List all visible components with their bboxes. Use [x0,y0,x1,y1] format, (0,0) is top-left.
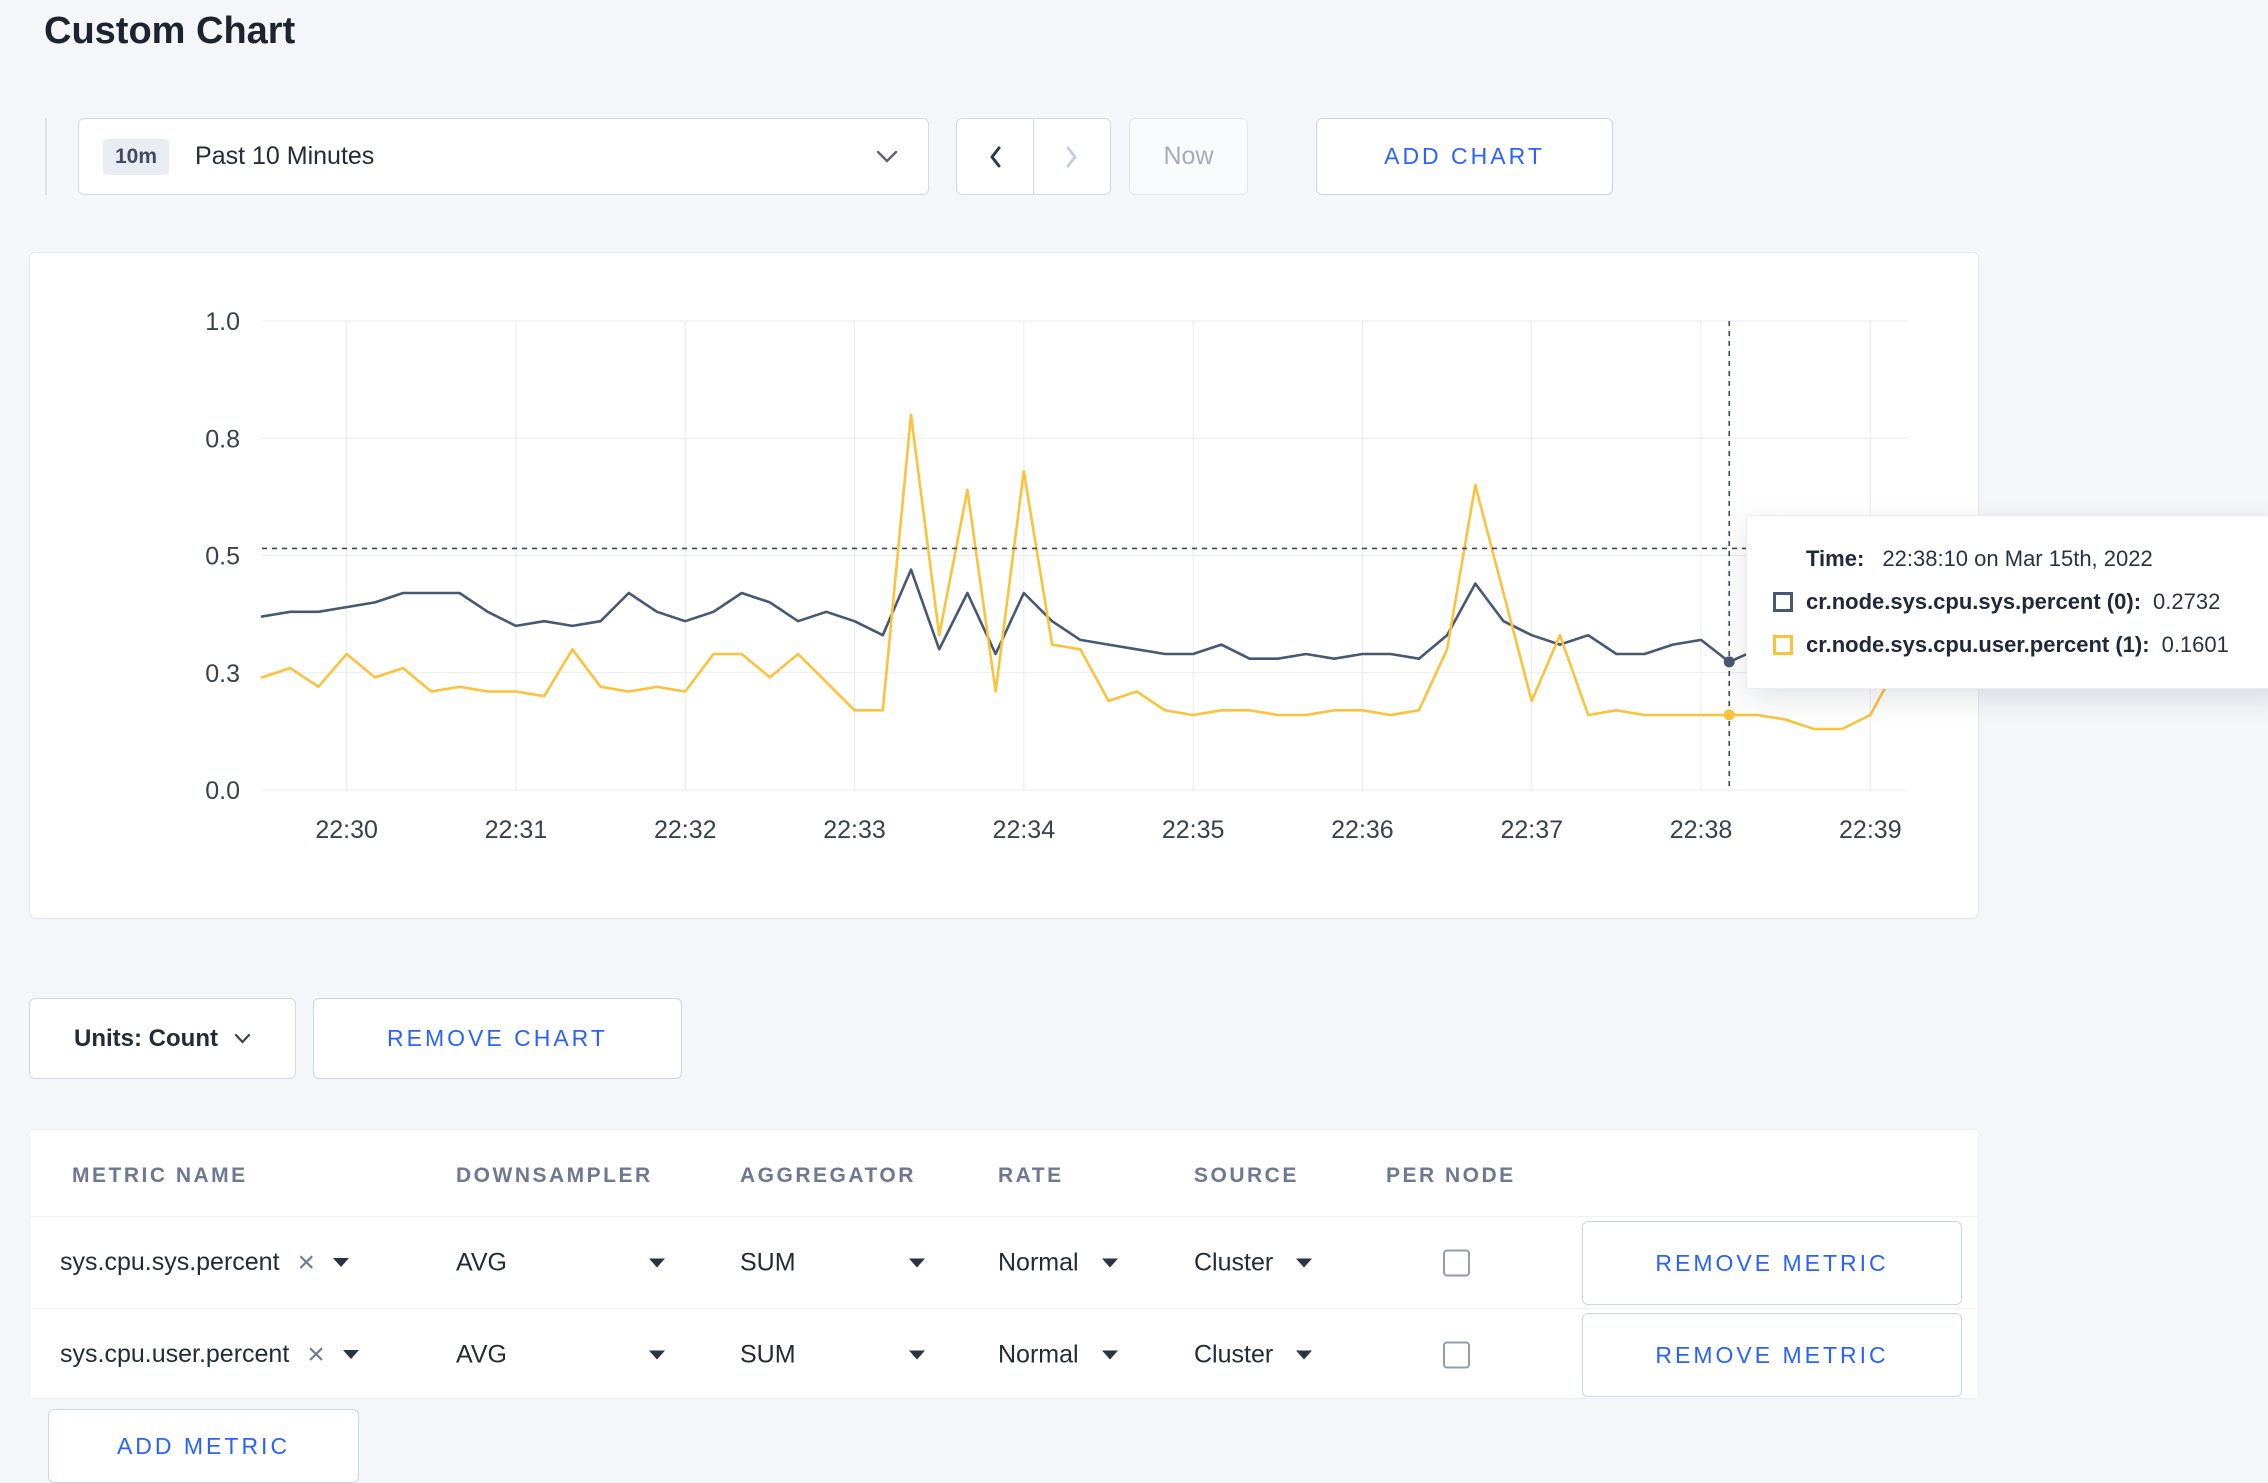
svg-text:0.3: 0.3 [205,660,240,688]
aggregator-value: SUM [740,1340,796,1368]
metric-row: sys.cpu.user.percent × AVG SUM Normal Cl… [30,1308,1978,1400]
downsampler-select[interactable]: AVG [456,1340,665,1369]
svg-text:0.8: 0.8 [205,425,240,453]
axis-labels: 1.0 0.8 0.5 0.3 0.0 22:30 22:31 22:32 22:33 22:34… [205,308,1901,844]
tooltip-time-label: Time: [1806,546,1865,571]
clear-metric-icon[interactable]: × [298,1247,316,1278]
caret-down-icon [1102,1258,1118,1267]
caret-down-icon [1296,1258,1312,1267]
rate-value: Normal [998,1340,1079,1368]
per-node-checkbox[interactable] [1443,1341,1470,1368]
metric-row: sys.cpu.sys.percent × AVG SUM Normal Clu… [30,1216,1978,1308]
col-header-source: SOURCE [1194,1164,1299,1187]
tooltip-time-value: 22:38:10 on Mar 15th, 2022 [1882,546,2153,571]
chart-tooltip: Time: 22:38:10 on Mar 15th, 2022 cr.node… [1746,515,2268,689]
tooltip-series-sys-value: 0.2732 [2153,589,2221,614]
source-value: Cluster [1194,1340,1274,1368]
source-value: Cluster [1194,1248,1274,1276]
col-header-metric-name: METRIC NAME [72,1164,248,1187]
tooltip-series-sys-label: cr.node.sys.cpu.sys.percent (0): [1806,589,2142,614]
timescale-dropdown[interactable]: 10m Past 10 Minutes [78,118,929,195]
caret-down-icon [1102,1350,1118,1359]
caret-down-icon [909,1350,925,1359]
page-title: Custom Chart [44,10,296,52]
tooltip-series-user-value: 0.1601 [2161,632,2229,657]
chart-card: 1.0 0.8 0.5 0.3 0.0 22:30 22:31 22:32 22:33 22:34… [29,252,1979,919]
rate-select[interactable]: Normal [998,1340,1118,1369]
timescale-divider [45,118,47,195]
gridlines [262,320,1907,791]
series-sys-swatch-icon [1773,592,1793,612]
remove-chart-button[interactable]: REMOVE CHART [313,998,682,1079]
tooltip-series-user-label: cr.node.sys.cpu.user.percent (1): [1806,632,2150,657]
svg-text:1.0: 1.0 [205,308,240,336]
series-user-swatch-icon [1773,635,1793,655]
timescale-label: Past 10 Minutes [195,142,375,170]
caret-down-icon [909,1258,925,1267]
units-dropdown[interactable]: Units: Count [29,998,296,1079]
chevron-right-icon [1065,145,1079,169]
svg-text:22:30: 22:30 [315,816,378,844]
svg-text:22:34: 22:34 [993,816,1056,844]
timespan-pager [956,118,1111,195]
svg-text:22:32: 22:32 [654,816,717,844]
caret-down-icon [333,1258,350,1267]
svg-text:22:31: 22:31 [485,816,548,844]
col-header-rate: RATE [998,1164,1064,1187]
timescale-badge: 10m [103,138,170,175]
col-header-per-node: PER NODE [1386,1164,1516,1187]
svg-text:0.0: 0.0 [205,777,240,805]
metric-name-value: sys.cpu.user.percent [60,1340,290,1368]
tooltip-time-row: Time: 22:38:10 on Mar 15th, 2022 [1773,546,2264,572]
source-select[interactable]: Cluster [1194,1248,1312,1277]
aggregator-select[interactable]: SUM [740,1248,925,1277]
next-timespan-button[interactable] [1032,118,1111,195]
metrics-table: METRIC NAME DOWNSAMPLER AGGREGATOR RATE … [29,1129,1979,1399]
source-select[interactable]: Cluster [1194,1340,1312,1369]
now-button[interactable]: Now [1129,118,1248,195]
downsampler-value: AVG [456,1248,507,1276]
metric-name-select[interactable]: sys.cpu.sys.percent × [60,1247,350,1278]
downsampler-value: AVG [456,1340,507,1368]
svg-text:22:38: 22:38 [1670,816,1733,844]
remove-metric-button[interactable]: REMOVE METRIC [1582,1221,1962,1305]
add-metric-button[interactable]: ADD METRIC [48,1409,359,1483]
clear-metric-icon[interactable]: × [307,1339,325,1370]
col-header-aggregator: AGGREGATOR [740,1164,916,1187]
aggregator-select[interactable]: SUM [740,1340,925,1369]
chevron-down-icon [234,1033,251,1044]
prev-timespan-button[interactable] [956,118,1034,195]
series-line-1 [260,413,1900,731]
caret-down-icon [1296,1350,1312,1359]
chevron-left-icon [988,145,1002,169]
rate-value: Normal [998,1248,1079,1276]
tooltip-series-user-row: cr.node.sys.cpu.user.percent (1): 0.1601 [1773,632,2264,658]
per-node-checkbox[interactable] [1443,1249,1470,1276]
units-label: Units: Count [74,1024,218,1052]
caret-down-icon [342,1350,359,1359]
col-header-downsampler: DOWNSAMPLER [456,1164,653,1187]
metrics-chart[interactable]: 1.0 0.8 0.5 0.3 0.0 22:30 22:31 22:32 22:33 22:34… [30,253,1980,920]
custom-chart-page: Custom Chart 10m Past 10 Minutes Now ADD… [0,0,2268,1483]
add-chart-button[interactable]: ADD CHART [1316,118,1613,195]
svg-text:22:33: 22:33 [823,816,886,844]
chevron-down-icon [876,150,898,163]
svg-text:0.5: 0.5 [205,543,240,571]
tooltip-series-sys-row: cr.node.sys.cpu.sys.percent (0): 0.2732 [1773,589,2264,615]
rate-select[interactable]: Normal [998,1248,1118,1277]
svg-text:22:39: 22:39 [1839,816,1902,844]
metric-name-select[interactable]: sys.cpu.user.percent × [60,1339,359,1370]
remove-metric-button[interactable]: REMOVE METRIC [1582,1313,1962,1397]
svg-text:22:37: 22:37 [1500,816,1563,844]
caret-down-icon [649,1350,665,1359]
downsampler-select[interactable]: AVG [456,1248,665,1277]
metric-name-value: sys.cpu.sys.percent [60,1248,280,1276]
svg-text:22:36: 22:36 [1331,816,1394,844]
svg-text:22:35: 22:35 [1162,816,1225,844]
aggregator-value: SUM [740,1248,796,1276]
caret-down-icon [649,1258,665,1267]
